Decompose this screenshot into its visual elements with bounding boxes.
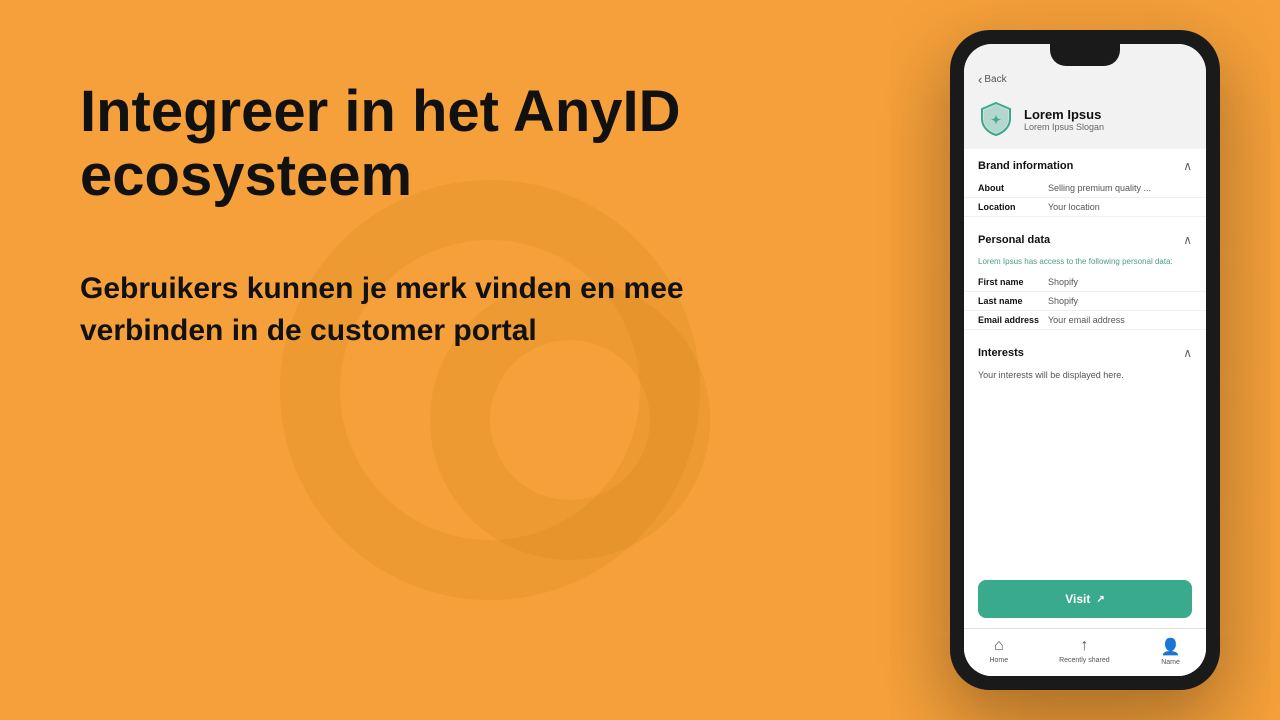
external-link-icon: ↗	[1096, 594, 1104, 605]
personal-data-section-header: Personal data ∧	[964, 223, 1206, 253]
visit-button[interactable]: Visit ↗	[978, 580, 1192, 618]
brand-info: Lorem Ipsus Lorem Ipsus Slogan	[1024, 107, 1104, 132]
interests-title: Interests	[978, 347, 1024, 359]
brand-information-chevron-icon: ∧	[1183, 159, 1192, 173]
visit-button-label: Visit	[1065, 592, 1090, 606]
about-value: Selling premium quality ...	[1048, 183, 1151, 193]
brand-name: Lorem Ipsus	[1024, 107, 1104, 122]
first-name-label: First name	[978, 277, 1048, 287]
phone-notch	[1050, 44, 1120, 66]
brand-information-title: Brand information	[978, 160, 1073, 172]
about-row: About Selling premium quality ...	[964, 179, 1206, 198]
interests-note: Your interests will be displayed here.	[964, 366, 1206, 390]
first-name-row: First name Shopify	[964, 273, 1206, 292]
back-button[interactable]: Back	[978, 72, 1007, 87]
personal-data-note: Lorem Ipsus has access to the following …	[964, 253, 1206, 273]
first-name-value: Shopify	[1048, 277, 1078, 287]
email-row: Email address Your email address	[964, 311, 1206, 330]
last-name-label: Last name	[978, 296, 1048, 306]
personal-data-chevron-icon: ∧	[1183, 233, 1192, 247]
spacer	[964, 390, 1206, 570]
nav-home[interactable]: ⌂ Home	[989, 637, 1008, 666]
brand-shield-icon: ✦	[978, 101, 1014, 137]
left-panel: Integreer in het AnyID ecosysteem Gebrui…	[80, 80, 720, 352]
brand-slogan: Lorem Ipsus Slogan	[1024, 122, 1104, 132]
sub-heading: Gebruikers kunnen je merk vinden en mee …	[80, 268, 720, 352]
phone-outer: Back ✦ Lorem Ipsus Lorem Ipsus Slogan	[950, 30, 1220, 690]
last-name-value: Shopify	[1048, 296, 1078, 306]
interests-chevron-icon: ∧	[1183, 346, 1192, 360]
email-label: Email address	[978, 315, 1048, 325]
phone-screen: Back ✦ Lorem Ipsus Lorem Ipsus Slogan	[964, 44, 1206, 676]
person-icon: 👤	[1161, 637, 1181, 657]
nav-name[interactable]: 👤 Name	[1161, 637, 1181, 666]
svg-text:✦: ✦	[991, 113, 1001, 127]
name-label: Name	[1161, 659, 1180, 666]
home-icon: ⌂	[994, 637, 1004, 655]
brand-header: ✦ Lorem Ipsus Lorem Ipsus Slogan	[964, 93, 1206, 149]
location-row: Location Your location	[964, 198, 1206, 217]
main-heading: Integreer in het AnyID ecosysteem	[80, 80, 720, 208]
share-icon: ↑	[1080, 637, 1088, 655]
interests-section-header: Interests ∧	[964, 336, 1206, 366]
location-label: Location	[978, 202, 1048, 212]
screen-body: Brand information ∧ About Selling premiu…	[964, 149, 1206, 676]
about-label: About	[978, 183, 1048, 193]
recently-shared-label: Recently shared	[1059, 657, 1110, 664]
email-value: Your email address	[1048, 315, 1125, 325]
last-name-row: Last name Shopify	[964, 292, 1206, 311]
personal-data-title: Personal data	[978, 234, 1050, 246]
location-value: Your location	[1048, 202, 1100, 212]
phone-mockup: Back ✦ Lorem Ipsus Lorem Ipsus Slogan	[950, 30, 1220, 690]
home-label: Home	[989, 657, 1008, 664]
brand-information-section-header: Brand information ∧	[964, 149, 1206, 179]
bottom-nav: ⌂ Home ↑ Recently shared 👤 Name	[964, 628, 1206, 676]
nav-recently-shared[interactable]: ↑ Recently shared	[1059, 637, 1110, 666]
